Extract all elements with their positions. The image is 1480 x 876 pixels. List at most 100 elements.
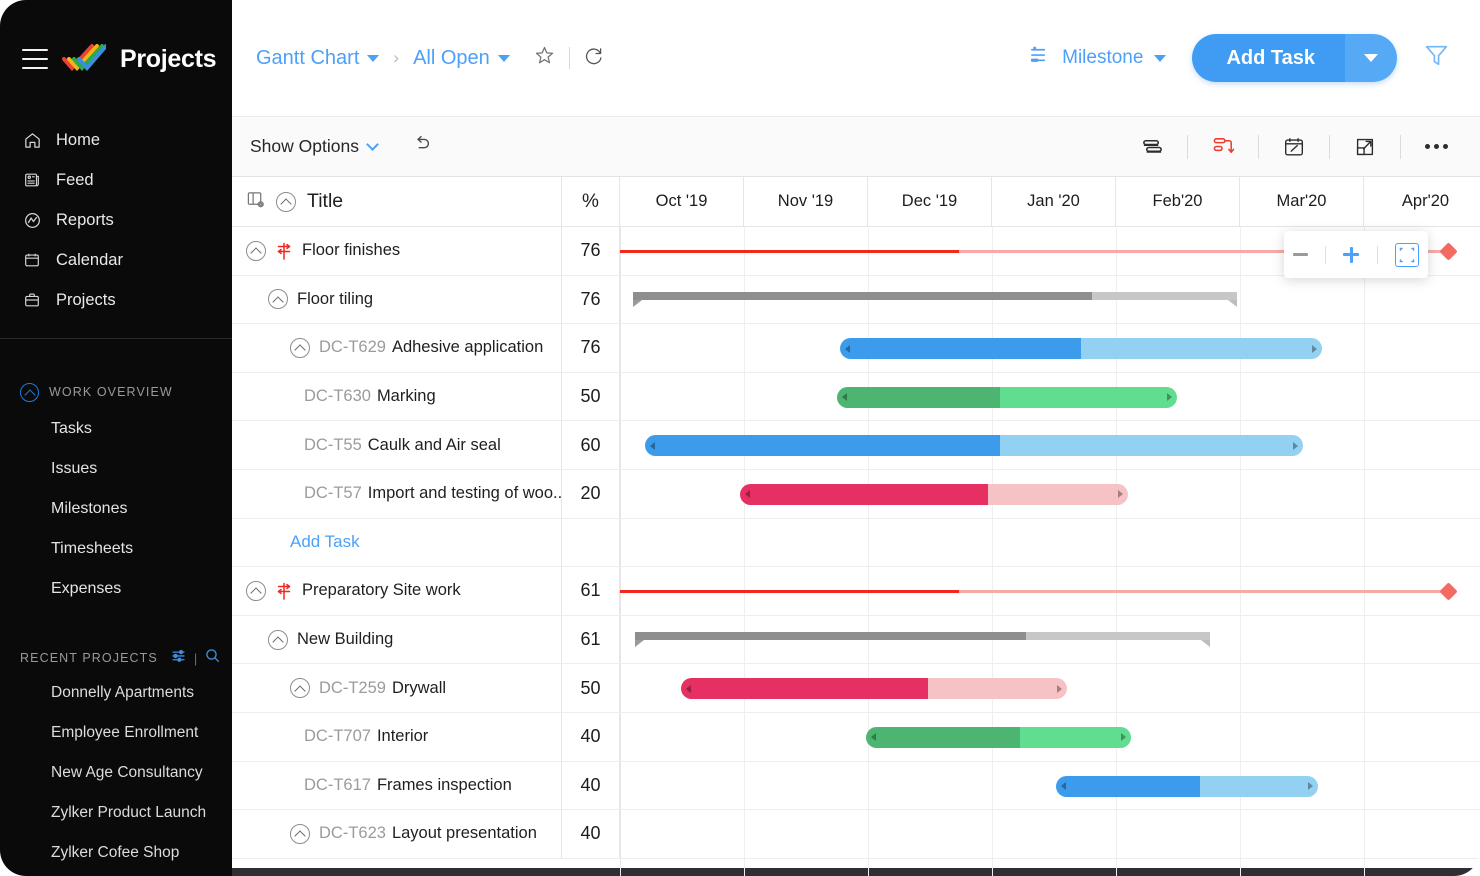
- sliders-icon[interactable]: [170, 647, 187, 669]
- task-bar[interactable]: [645, 435, 1303, 457]
- table-row[interactable]: DC-T57 Import and testing of woo.. 20: [232, 469, 1480, 519]
- sidebar-recent-project[interactable]: Donnelly Apartments: [0, 673, 232, 713]
- add-task-dropdown-button[interactable]: [1345, 34, 1397, 82]
- breadcrumb-label: All Open: [413, 46, 490, 69]
- sidebar-item-home[interactable]: Home: [0, 120, 232, 160]
- summary-bar[interactable]: [633, 291, 1237, 307]
- row-percent-cell: 20: [562, 469, 620, 518]
- sidebar-item-milestones[interactable]: Milestones: [0, 489, 232, 529]
- chevron-up-circle-icon[interactable]: [246, 240, 266, 261]
- milestone-selector[interactable]: Milestone: [1028, 44, 1167, 72]
- chevron-up-circle-icon[interactable]: [268, 629, 288, 650]
- chevron-down-icon: [367, 54, 380, 62]
- timeline-month: Jan '20: [992, 177, 1116, 226]
- breadcrumb-gantt-chart[interactable]: Gantt Chart: [256, 47, 380, 70]
- gantt-toolbar-tools: [1134, 134, 1454, 159]
- table-row[interactable]: DC-T630 Marking 50: [232, 372, 1480, 422]
- more-options-icon[interactable]: [1418, 144, 1454, 149]
- chevron-up-circle-icon[interactable]: [276, 191, 296, 212]
- table-row[interactable]: DC-T707 Interior 40: [232, 712, 1480, 762]
- table-row[interactable]: DC-T629 Adhesive application 76: [232, 324, 1480, 373]
- row-title-cell: DC-T630 Marking: [232, 372, 562, 421]
- row-percent-cell: 76: [562, 227, 620, 275]
- top-bar: Gantt Chart › All Open Milestone Add Tas…: [232, 0, 1480, 116]
- chevron-up-circle-icon: [20, 382, 39, 402]
- row-title-cell: DC-T617 Frames inspection: [232, 761, 562, 810]
- add-task-button[interactable]: Add Task: [1192, 34, 1345, 82]
- fit-to-screen-icon[interactable]: [1395, 242, 1420, 267]
- table-row[interactable]: New Building 61: [232, 615, 1480, 665]
- sidebar-section-work-overview[interactable]: WORK OVERVIEW: [0, 375, 232, 409]
- table-row[interactable]: Preparatory Site work 61: [232, 567, 1480, 616]
- sidebar-main-nav: Home Feed Reports Calendar Projects: [0, 118, 232, 320]
- task-bar[interactable]: [1056, 775, 1318, 797]
- table-row[interactable]: DC-T623 Layout presentation 40: [232, 810, 1480, 859]
- funnel-filter-icon[interactable]: [1423, 42, 1450, 74]
- sidebar-item-tasks[interactable]: Tasks: [0, 409, 232, 449]
- task-bar[interactable]: [740, 483, 1128, 505]
- sidebar-item-projects[interactable]: Projects: [0, 280, 232, 320]
- critical-path-icon[interactable]: [1205, 134, 1241, 159]
- table-row[interactable]: DC-T55 Caulk and Air seal 60: [232, 421, 1480, 470]
- star-outline-icon[interactable]: [534, 45, 555, 71]
- table-row[interactable]: DC-T617 Frames inspection 40: [232, 761, 1480, 811]
- gantt-body: Floor finishes 76 Floor tiling 76 DC-T629 Adh…: [232, 227, 1480, 876]
- search-icon[interactable]: [204, 647, 221, 669]
- chevron-up-circle-icon[interactable]: [268, 289, 288, 310]
- task-name: Frames inspection: [376, 775, 512, 794]
- divider: [1325, 245, 1327, 264]
- task-bar[interactable]: [837, 386, 1177, 408]
- section-label: RECENT PROJECTS: [20, 651, 158, 665]
- chevron-up-circle-icon[interactable]: [290, 823, 310, 844]
- sidebar-recent-project[interactable]: Zylker Cofee Shop: [0, 833, 232, 873]
- calendar-icon: [22, 250, 42, 270]
- expand-fullscreen-icon[interactable]: [1347, 135, 1383, 159]
- milestone-bar[interactable]: [620, 582, 1458, 601]
- sidebar-item-label: Issues: [51, 460, 98, 477]
- task-code: DC-T707: [304, 727, 371, 746]
- show-options-button[interactable]: Show Options: [250, 136, 379, 157]
- task-bar[interactable]: [840, 338, 1322, 360]
- task-name: Preparatory Site work: [302, 581, 461, 600]
- sidebar-item-feed[interactable]: Feed: [0, 160, 232, 200]
- undo-arrow-icon[interactable]: [411, 133, 433, 160]
- recent-project-label: Employee Enrollment: [51, 724, 199, 741]
- chevron-up-circle-icon[interactable]: [290, 337, 310, 358]
- zoom-in-button[interactable]: [1343, 246, 1360, 263]
- add-task-link[interactable]: Add Task: [290, 532, 360, 552]
- table-row[interactable]: Floor tiling 76: [232, 275, 1480, 325]
- add-task-group: Add Task: [1192, 34, 1397, 82]
- sidebar-item-reports[interactable]: Reports: [0, 200, 232, 240]
- calendar-edit-icon[interactable]: [1276, 135, 1312, 159]
- row-bar-cell: [620, 567, 1480, 615]
- table-row[interactable]: Add Task: [232, 518, 1480, 568]
- timeline-months-header: Oct '19 Nov '19 Dec '19 Jan '20 Feb'20 M…: [620, 177, 1480, 226]
- sidebar-item-issues[interactable]: Issues: [0, 449, 232, 489]
- sidebar-item-expenses[interactable]: Expenses: [0, 569, 232, 609]
- task-code: DC-T259: [319, 678, 386, 697]
- column-header-title[interactable]: Title: [232, 177, 562, 226]
- sidebar-recent-project[interactable]: Zylker Product Launch: [0, 793, 232, 833]
- summary-bar[interactable]: [635, 631, 1210, 647]
- sidebar-recent-project[interactable]: Employee Enrollment: [0, 713, 232, 753]
- hamburger-icon[interactable]: [22, 49, 48, 69]
- chevron-up-circle-icon[interactable]: [290, 678, 310, 699]
- breadcrumb-all-open[interactable]: All Open: [413, 47, 510, 70]
- column-header-percent[interactable]: %: [562, 177, 620, 226]
- sidebar-recent-project[interactable]: New Age Consultancy: [0, 753, 232, 793]
- task-bar[interactable]: [866, 726, 1131, 748]
- row-percent-cell: 76: [562, 324, 620, 372]
- recent-project-label: Zylker Product Launch: [51, 804, 207, 821]
- table-row[interactable]: DC-T259 Drywall 50: [232, 664, 1480, 713]
- baseline-compare-icon[interactable]: [1134, 134, 1170, 159]
- zoom-out-button[interactable]: [1292, 253, 1308, 256]
- task-name: Adhesive application: [391, 338, 544, 357]
- sidebar: Projects Home Feed Reports Calendar Proj…: [0, 0, 232, 876]
- row-bar-cell: [620, 810, 1480, 858]
- task-bar[interactable]: [681, 678, 1067, 700]
- column-settings-icon[interactable]: [246, 190, 265, 214]
- refresh-icon[interactable]: [584, 46, 604, 71]
- chevron-up-circle-icon[interactable]: [246, 580, 266, 601]
- sidebar-item-calendar[interactable]: Calendar: [0, 240, 232, 280]
- sidebar-item-timesheets[interactable]: Timesheets: [0, 529, 232, 569]
